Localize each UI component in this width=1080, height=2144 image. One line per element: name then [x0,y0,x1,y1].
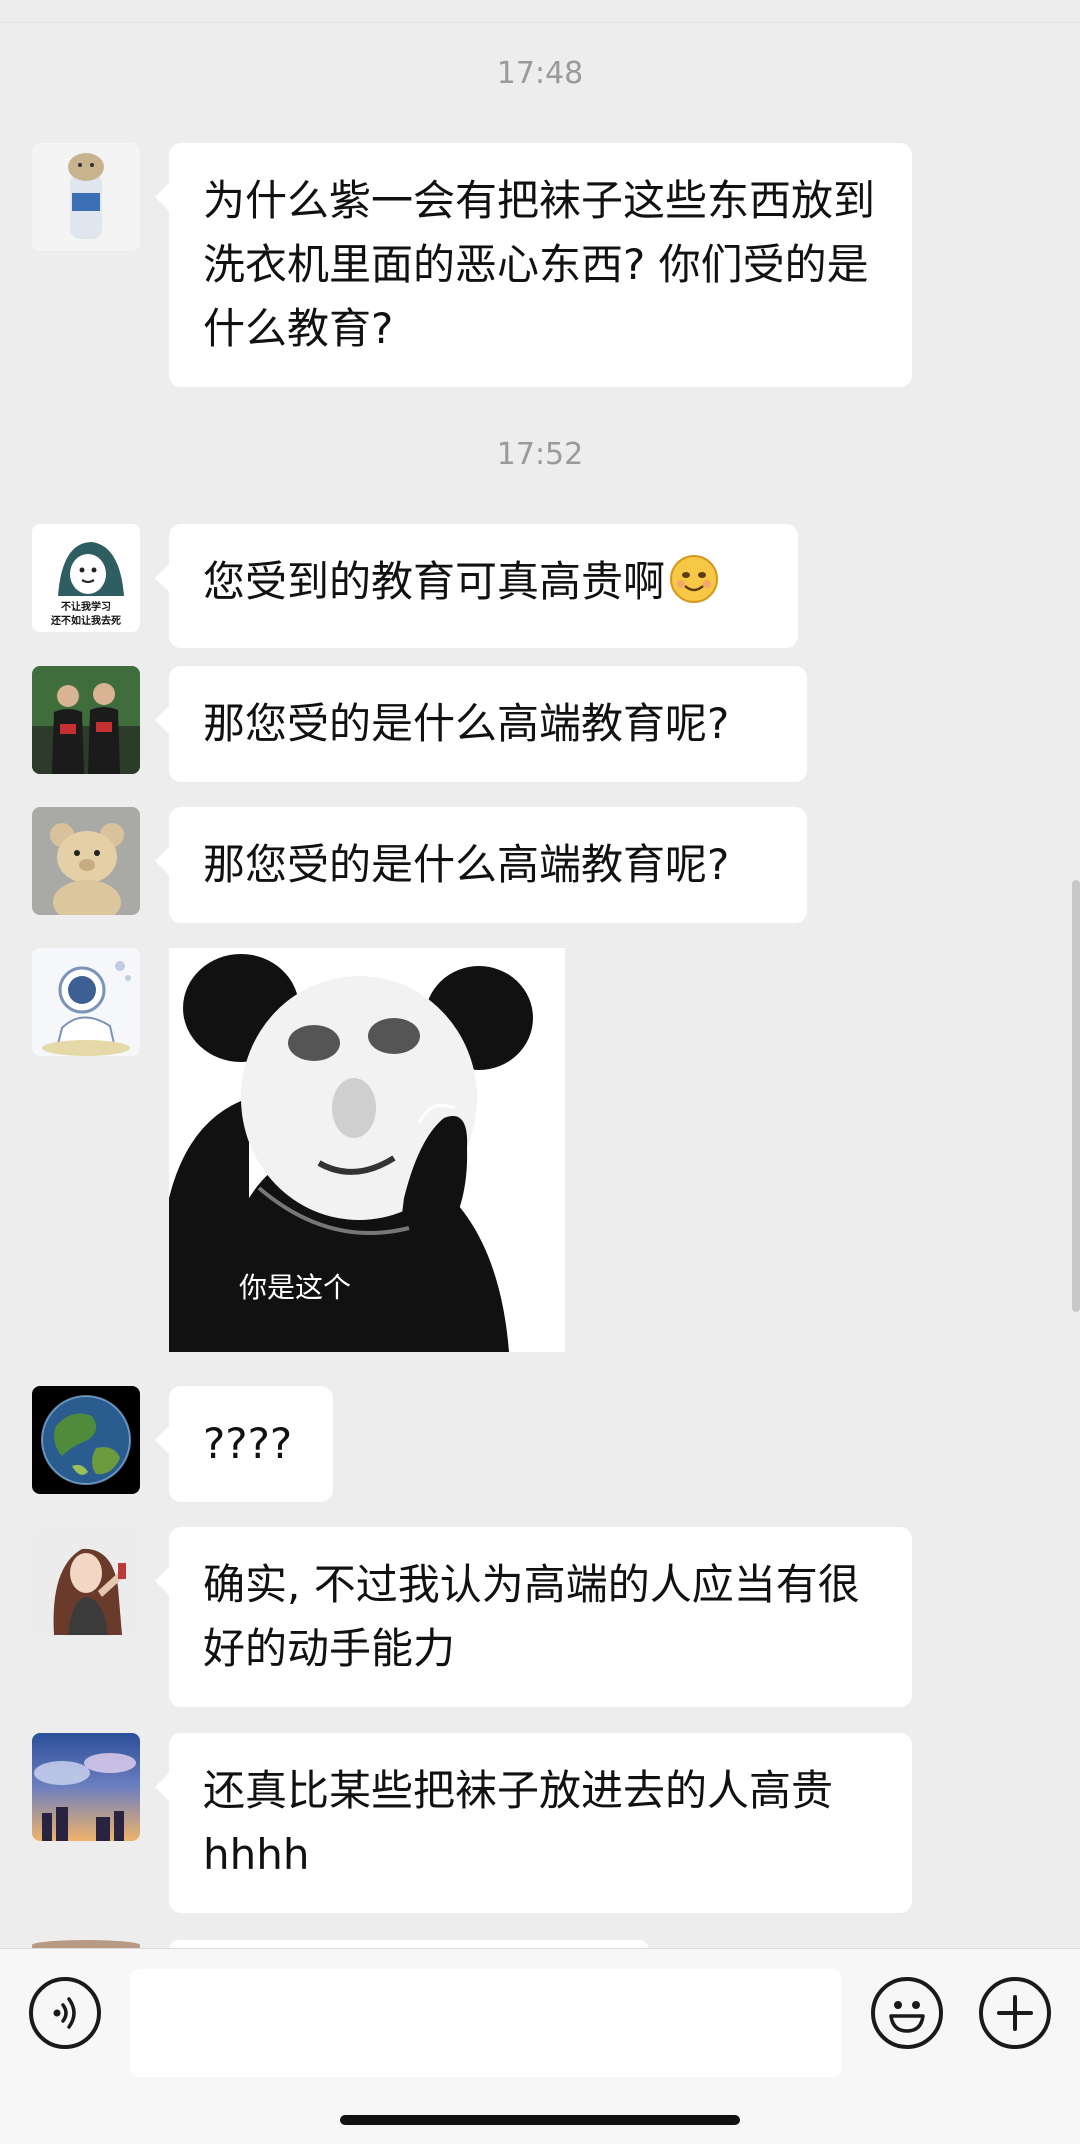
voice-icon[interactable] [29,1977,101,2049]
message-input[interactable] [130,1969,842,2077]
input-bar [0,1948,1080,2144]
message-bubble[interactable]: 您受到的教育可真高贵啊 [155,524,798,648]
sticker-caption: 你是这个 [239,1271,352,1304]
sunset-clouds-avatar[interactable] [32,1733,140,1841]
message-bubble[interactable]: 确实, 不过我认为高端的人应当有很好的动手能力 [155,1527,912,1707]
plus-icon[interactable] [979,1977,1051,2049]
message-text: 您受到的教育可真高贵啊 [203,557,666,606]
svg-text:还不如让我去死: 还不如让我去死 [50,614,121,627]
home-indicator[interactable] [340,2115,740,2125]
message-bubble[interactable]: 为什么紫一会有把袜子这些东西放到洗衣机里面的恶心东西? 你们受的是什么教育? [155,143,912,387]
emoji-icon[interactable] [871,1977,943,2049]
message-bubble[interactable]: 那您受的是什么高端教育呢? [155,666,807,782]
teddy-bear-avatar[interactable] [32,807,140,915]
hooded-cartoon-avatar[interactable]: 不让我学习 还不如让我去死 [32,524,140,632]
smiling-emoji [669,554,719,622]
two-players-avatar[interactable] [32,666,140,774]
message-bubble[interactable]: ???? [155,1386,333,1502]
message-bubble[interactable]: 那您受的是什么高端教育呢? [155,807,807,923]
anime-girl-avatar[interactable] [32,1527,140,1635]
top-divider [0,0,1080,23]
astronaut-avatar[interactable] [32,948,140,1056]
scrollbar[interactable] [1072,880,1080,1312]
message-bubble[interactable]: 还真比某些把袜子放进去的人高贵hhhh [155,1733,912,1913]
panda-meme-sticker[interactable]: 你是这个 [169,948,565,1352]
water-bottle-cat-avatar[interactable] [32,143,140,251]
svg-text:不让我学习: 不让我学习 [61,600,111,613]
timestamp: 17:52 [496,437,584,472]
timestamp: 17:48 [496,56,584,91]
earth-avatar[interactable] [32,1386,140,1494]
